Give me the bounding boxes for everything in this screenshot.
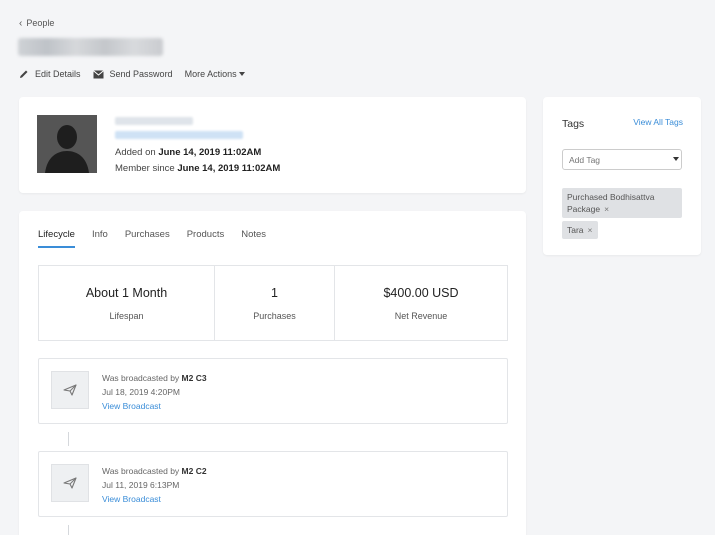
broadcast-details: Was broadcasted by M2 C2 Jul 11, 2019 6:… <box>102 464 207 506</box>
added-on-text: Added on June 14, 2019 11:02AM <box>115 147 261 158</box>
broadcast-name: M2 C3 <box>181 373 207 383</box>
tags-title: Tags <box>562 118 585 130</box>
action-bar: Edit Details Send Password More Actions <box>19 69 245 79</box>
stat-lifespan: About 1 Month Lifespan <box>39 266 215 340</box>
stats-panel: About 1 Month Lifespan 1 Purchases $400.… <box>38 265 508 341</box>
member-since-date: June 14, 2019 11:02AM <box>177 163 281 174</box>
broadcast-details: Was broadcasted by M2 C3 Jul 18, 2019 4:… <box>102 371 207 413</box>
broadcast-prefix: Was broadcasted by <box>102 373 180 383</box>
timeline-connector <box>68 432 69 446</box>
stat-value: 1 <box>271 285 278 300</box>
edit-details-button[interactable]: Edit Details <box>19 69 81 79</box>
timeline-item: Was broadcasted by M2 C3 Jul 18, 2019 4:… <box>38 358 508 424</box>
stat-purchases: 1 Purchases <box>215 266 335 340</box>
view-broadcast-link[interactable]: View Broadcast <box>102 494 161 504</box>
person-silhouette-icon <box>45 125 89 173</box>
send-password-button[interactable]: Send Password <box>92 69 173 79</box>
back-link[interactable]: ‹ People <box>19 18 54 28</box>
remove-tag-icon[interactable]: × <box>588 225 593 235</box>
caret-down-icon <box>238 72 245 76</box>
stat-label: Purchases <box>253 310 296 321</box>
lifecycle-card: Lifecycle Info Purchases Products Notes … <box>19 211 526 535</box>
timeline-connector <box>68 525 69 535</box>
paper-plane-icon <box>51 464 89 502</box>
tag-chip-label-line2: Package <box>567 204 601 214</box>
person-name-redacted <box>18 38 163 56</box>
broadcast-date: Jul 11, 2019 6:13PM <box>102 480 180 490</box>
timeline-item: Was broadcasted by M2 C2 Jul 11, 2019 6:… <box>38 451 508 517</box>
chevron-left-icon: ‹ <box>19 17 23 29</box>
caret-down-icon <box>673 157 679 161</box>
tab-lifecycle[interactable]: Lifecycle <box>38 229 75 248</box>
added-on-prefix: Added on <box>115 147 156 158</box>
tags-card: Tags View All Tags Purchased Bodhisattva… <box>543 97 701 255</box>
pencil-icon <box>20 70 28 78</box>
more-actions-dropdown[interactable]: More Actions <box>185 69 245 79</box>
contact-email-redacted <box>115 131 243 139</box>
tab-products[interactable]: Products <box>187 229 225 248</box>
broadcast-prefix: Was broadcasted by <box>102 466 180 476</box>
member-since-prefix: Member since <box>115 163 175 174</box>
tab-info[interactable]: Info <box>92 229 108 248</box>
avatar <box>37 115 97 173</box>
tab-bar: Lifecycle Info Purchases Products Notes <box>38 229 266 248</box>
tag-chip-label: Purchased Bodhisattva <box>567 192 655 202</box>
view-all-tags-link[interactable]: View All Tags <box>633 117 683 127</box>
send-password-label: Send Password <box>109 69 173 79</box>
tag-chip-label: Tara <box>567 225 584 235</box>
contact-name-redacted <box>115 117 193 125</box>
tag-chip: Purchased Bodhisattva Package × <box>562 188 682 218</box>
tab-purchases[interactable]: Purchases <box>125 229 170 248</box>
paper-plane-icon <box>51 371 89 409</box>
broadcast-name: M2 C2 <box>181 466 207 476</box>
edit-details-label: Edit Details <box>35 69 81 79</box>
profile-card: Added on June 14, 2019 11:02AM Member si… <box>19 97 526 193</box>
envelope-icon <box>92 69 104 78</box>
stat-value: About 1 Month <box>85 285 168 300</box>
more-actions-label: More Actions <box>184 69 237 79</box>
stat-net-revenue: $400.00 USD Net Revenue <box>335 266 507 340</box>
broadcast-date: Jul 18, 2019 4:20PM <box>102 387 180 397</box>
remove-tag-icon[interactable]: × <box>604 204 609 214</box>
stat-label: Lifespan <box>109 310 144 321</box>
stat-label: Net Revenue <box>394 310 448 321</box>
stat-value: $400.00 USD <box>383 285 459 300</box>
back-label: People <box>26 18 55 28</box>
tag-chip: Tara × <box>562 221 598 239</box>
tab-notes[interactable]: Notes <box>241 229 266 248</box>
add-tag-select[interactable] <box>562 149 682 170</box>
view-broadcast-link[interactable]: View Broadcast <box>102 401 161 411</box>
member-since-text: Member since June 14, 2019 11:02AM <box>115 163 280 174</box>
added-on-date: June 14, 2019 11:02AM <box>158 147 262 158</box>
